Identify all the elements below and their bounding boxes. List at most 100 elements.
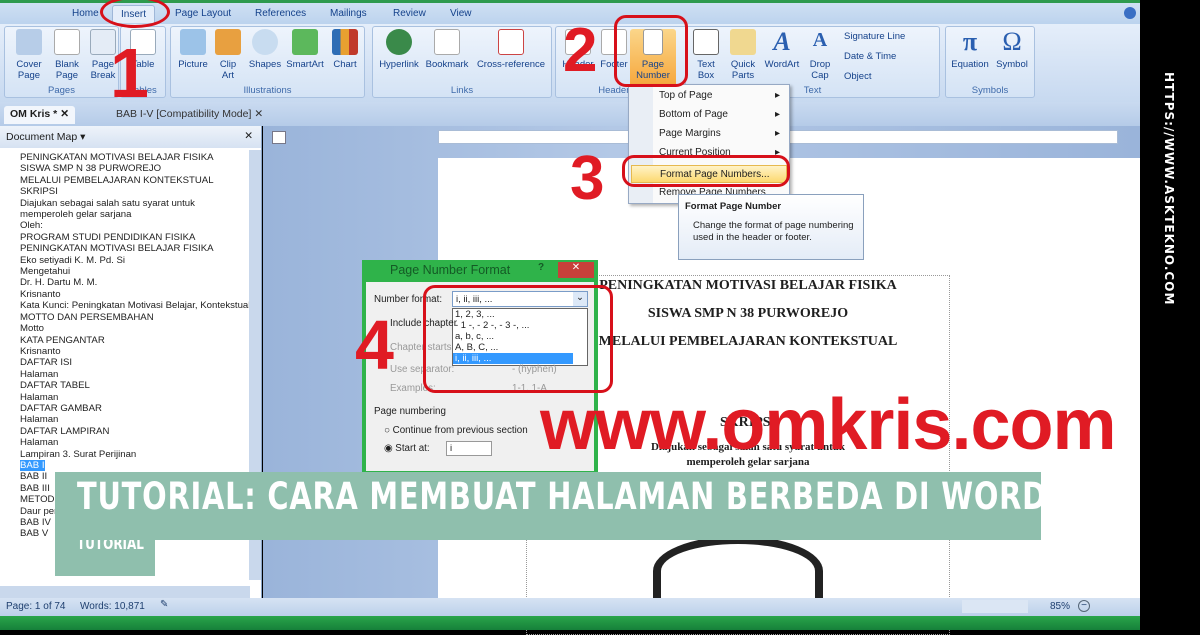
document-map-item[interactable]: DAFTAR ISI <box>20 357 261 368</box>
group-label-pages: Pages <box>48 85 75 96</box>
shapes-icon <box>252 29 278 55</box>
help-icon[interactable] <box>1124 7 1136 19</box>
document-map-item[interactable]: SKRIPSI <box>20 186 261 197</box>
document-map-item[interactable]: Krisnanto <box>20 346 261 357</box>
article-title: TUTORIAL: CARA MEMBUAT HALAMAN BERBEDA D… <box>77 475 1047 518</box>
tab-review[interactable]: Review <box>393 8 426 19</box>
tab-home[interactable]: Home <box>72 8 99 19</box>
start-at-input[interactable]: i <box>446 441 492 456</box>
document-map-item[interactable]: BAB I <box>20 459 261 471</box>
symbol-button[interactable]: Ω Symbol <box>992 27 1032 71</box>
article-title-banner[interactable]: TUTORIAL: CARA MEMBUAT HALAMAN BERBEDA D… <box>55 472 1046 540</box>
tooltip-title: Format Page Number <box>685 201 782 212</box>
document-map-item[interactable]: SISWA SMP N 38 PURWOREJO <box>20 163 261 174</box>
document-map-item[interactable]: PENINGKATAN MOTIVASI BELAJAR FISIKA <box>20 152 261 163</box>
drop-cap-button[interactable]: A Drop Cap <box>804 29 836 81</box>
cover-page-button[interactable]: Cover Page <box>9 29 49 81</box>
dropdown-icon[interactable]: ▾ <box>80 131 85 143</box>
word-count[interactable]: Words: 10,871 <box>80 601 145 612</box>
document-map-item[interactable]: Mengetahui <box>20 266 261 277</box>
document-map-item[interactable]: MOTTO DAN PERSEMBAHAN <box>20 312 261 323</box>
document-map-item[interactable]: Kata Kunci: Peningkatan Motivasi Belajar… <box>20 300 261 311</box>
document-map-item[interactable]: Halaman <box>20 437 261 448</box>
site-url-strip: HTTPS://WWW.ASKTEKNO.COM <box>1140 0 1200 630</box>
page-numbering-label: Page numbering <box>374 406 446 417</box>
document-map-item[interactable]: Halaman <box>20 392 261 403</box>
document-map-item[interactable]: MELALUI PEMBELAJARAN KONTEKSTUAL <box>20 175 261 186</box>
close-icon[interactable]: ✕ <box>244 130 253 142</box>
proofing-icon[interactable]: ✎ <box>160 599 168 610</box>
signature-line-button[interactable]: Signature Line <box>844 31 905 42</box>
document-map-item[interactable]: DAFTAR LAMPIRAN <box>20 426 261 437</box>
page-count[interactable]: Page: 1 of 74 <box>6 601 66 612</box>
equation-button[interactable]: π Equation <box>948 29 992 71</box>
status-bar: Page: 1 of 74 Words: 10,871 ✎ 85% − <box>0 598 1140 616</box>
menu-item-bottom-of-page[interactable]: Bottom of Page ▸ <box>659 109 780 120</box>
document-map-item[interactable]: PENINGKATAN MOTIVASI BELAJAR FISIKA <box>20 243 261 254</box>
group-links: Hyperlink Bookmark Cross-reference Links <box>372 26 552 98</box>
annotation-step-2: 2 <box>563 16 598 85</box>
date-time-button[interactable]: Date & Time <box>844 51 896 62</box>
hyperlink-icon <box>386 29 412 55</box>
document-map-item[interactable]: Lampiran 3. Surat Perijinan <box>20 449 261 460</box>
text-box-icon <box>693 29 719 55</box>
menu-item-top-of-page[interactable]: Top of Page ▸ <box>659 90 780 101</box>
document-map-item[interactable]: Oleh: <box>20 220 261 231</box>
document-map-item[interactable]: Diajukan sebagai salah satu syarat untuk <box>20 198 261 209</box>
horizontal-scrollbar[interactable] <box>0 586 250 598</box>
text-box-button[interactable]: Text Box <box>690 29 722 81</box>
object-button[interactable]: Object <box>844 71 871 82</box>
chart-button[interactable]: Chart <box>329 29 361 70</box>
start-at-radio[interactable]: ◉ Start at: <box>384 443 430 454</box>
tab-page-layout[interactable]: Page Layout <box>175 8 231 19</box>
blank-page-icon <box>54 29 80 55</box>
help-button[interactable]: ? <box>538 262 544 273</box>
hyperlink-button[interactable]: Hyperlink <box>375 29 423 70</box>
group-label-symbols: Symbols <box>971 85 1009 96</box>
tab-references[interactable]: References <box>255 8 306 19</box>
document-map-item[interactable]: DAFTAR TABEL <box>20 380 261 391</box>
cross-reference-button[interactable]: Cross-reference <box>473 29 549 70</box>
annotation-ring-number-format <box>423 285 613 393</box>
wordart-button[interactable]: A WordArt <box>762 29 802 71</box>
blank-page-button[interactable]: Blank Page <box>49 29 85 81</box>
tab-view[interactable]: View <box>450 8 472 19</box>
document-map-item[interactable]: Motto <box>20 323 261 334</box>
annotation-step-1: 1 <box>110 34 149 112</box>
close-icon[interactable]: ✕ <box>254 108 263 120</box>
document-map-item[interactable]: Dr. H. Dartu M. M. <box>20 277 261 288</box>
smartart-button[interactable]: SmartArt <box>283 29 327 70</box>
document-map-item[interactable]: memperoleh gelar sarjana <box>20 209 261 220</box>
tooltip: Format Page Number Change the format of … <box>678 194 864 260</box>
close-icon[interactable]: ✕ <box>60 108 69 120</box>
annotation-step-4: 4 <box>355 306 394 384</box>
picture-icon <box>180 29 206 55</box>
menu-item-page-margins[interactable]: Page Margins ▸ <box>659 128 780 139</box>
document-map-item[interactable]: KATA PENGANTAR <box>20 335 261 346</box>
view-buttons[interactable] <box>962 600 1028 613</box>
tab-mailings[interactable]: Mailings <box>330 8 367 19</box>
document-map-item[interactable]: Eko setiyadi K. M. Pd. Si <box>20 255 261 266</box>
group-illustrations: Picture Clip Art Shapes SmartArt Chart I… <box>170 26 365 98</box>
document-map-item[interactable]: Halaman <box>20 369 261 380</box>
document-map-item[interactable]: PROGRAM STUDI PENDIDIKAN FISIKA <box>20 232 261 243</box>
document-map-item[interactable]: Halaman <box>20 414 261 425</box>
document-map-item[interactable]: Krisnanto <box>20 289 261 300</box>
smartart-icon <box>292 29 318 55</box>
continue-radio[interactable]: ○ Continue from previous section <box>384 425 528 436</box>
quick-parts-button[interactable]: Quick Parts <box>726 29 760 81</box>
annotation-ring-page-number <box>614 15 688 87</box>
bookmark-button[interactable]: Bookmark <box>423 29 471 70</box>
annotation-ring-format <box>622 155 790 187</box>
university-logo <box>653 536 823 606</box>
picture-button[interactable]: Picture <box>175 29 211 70</box>
zoom-slider[interactable]: − <box>1078 600 1138 612</box>
shapes-button[interactable]: Shapes <box>247 29 283 70</box>
omega-icon: Ω <box>1002 27 1022 56</box>
document-map-item[interactable]: DAFTAR GAMBAR <box>20 403 261 414</box>
close-button[interactable]: ✕ <box>558 262 594 278</box>
clip-art-button[interactable]: Clip Art <box>213 29 243 81</box>
tab-selector[interactable] <box>272 131 286 144</box>
zoom-level[interactable]: 85% <box>1050 601 1070 612</box>
doc-tab-om-kris[interactable]: OM Kris * ✕ <box>4 106 75 124</box>
